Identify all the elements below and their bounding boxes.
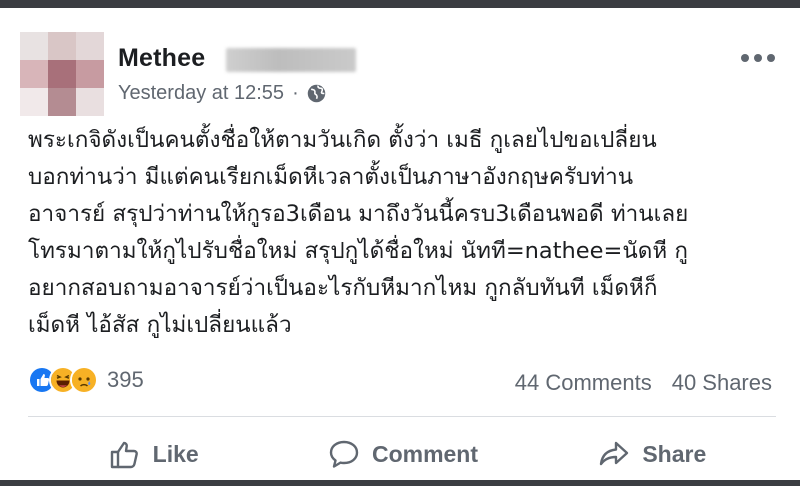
post-body: พระเกจิดังเป็นคนตั้งชื่อให้ตามวันเกิด ตั… — [28, 122, 778, 344]
globe-icon[interactable] — [306, 83, 327, 104]
post-text-line: พระเกจิดังเป็นคนตั้งชื่อให้ตามวันเกิด ตั… — [28, 127, 657, 153]
author-name[interactable]: Methee — [118, 44, 205, 73]
more-options-icon[interactable] — [738, 48, 778, 68]
post-text-line: อยากสอบถามอาจารย์ว่าเป็นอะไรกับหีมากไหม … — [28, 275, 658, 301]
comment-icon — [329, 440, 359, 468]
post-text-line: โทรมาตามให้กูไปรับชื่อใหม่ สรุปกูได้ชื่อ… — [28, 238, 688, 264]
post-card: Methee Yesterday at 12:55 · พระเกจิดังเป… — [0, 8, 800, 480]
top-bar — [0, 0, 800, 8]
post-text-line: บอกท่านว่า มีแต่คนเรียกเม็ดหีเวลาตั้งเป็… — [28, 164, 634, 190]
share-button[interactable]: Share — [527, 428, 776, 480]
share-arrow-icon — [600, 441, 629, 466]
avatar[interactable] — [20, 32, 104, 116]
comment-label: Comment — [371, 440, 479, 467]
like-button[interactable]: Like — [28, 428, 277, 480]
post-timestamp[interactable]: Yesterday at 12:55 — [118, 82, 284, 105]
engagement-counts: 44 Comments 40 Shares — [515, 370, 772, 396]
thumbs-up-icon — [110, 441, 138, 469]
post-text-line: อาจารย์ สรุปว่าท่านให้กูรอ3เดือน มาถึงวั… — [28, 201, 689, 227]
reaction-count: 395 — [107, 367, 144, 392]
post-meta: Yesterday at 12:55 · — [118, 82, 327, 105]
action-bar: Like Comment Share — [28, 428, 776, 480]
shares-count-link[interactable]: 40 Shares — [672, 370, 772, 396]
post-text-line: เม็ดหี ไอ้สัส กูไม่เปลี่ยนแล้ว — [28, 312, 292, 338]
reactions-summary[interactable]: 395 — [28, 366, 144, 394]
like-label: Like — [152, 440, 199, 467]
bottom-bar — [0, 480, 800, 486]
meta-separator: · — [292, 82, 299, 104]
share-label: Share — [642, 440, 707, 467]
sad-reaction-icon — [70, 366, 98, 394]
action-divider — [28, 416, 776, 417]
comment-button[interactable]: Comment — [277, 428, 526, 480]
redacted-surname — [226, 48, 356, 72]
comments-count-link[interactable]: 44 Comments — [515, 370, 652, 396]
